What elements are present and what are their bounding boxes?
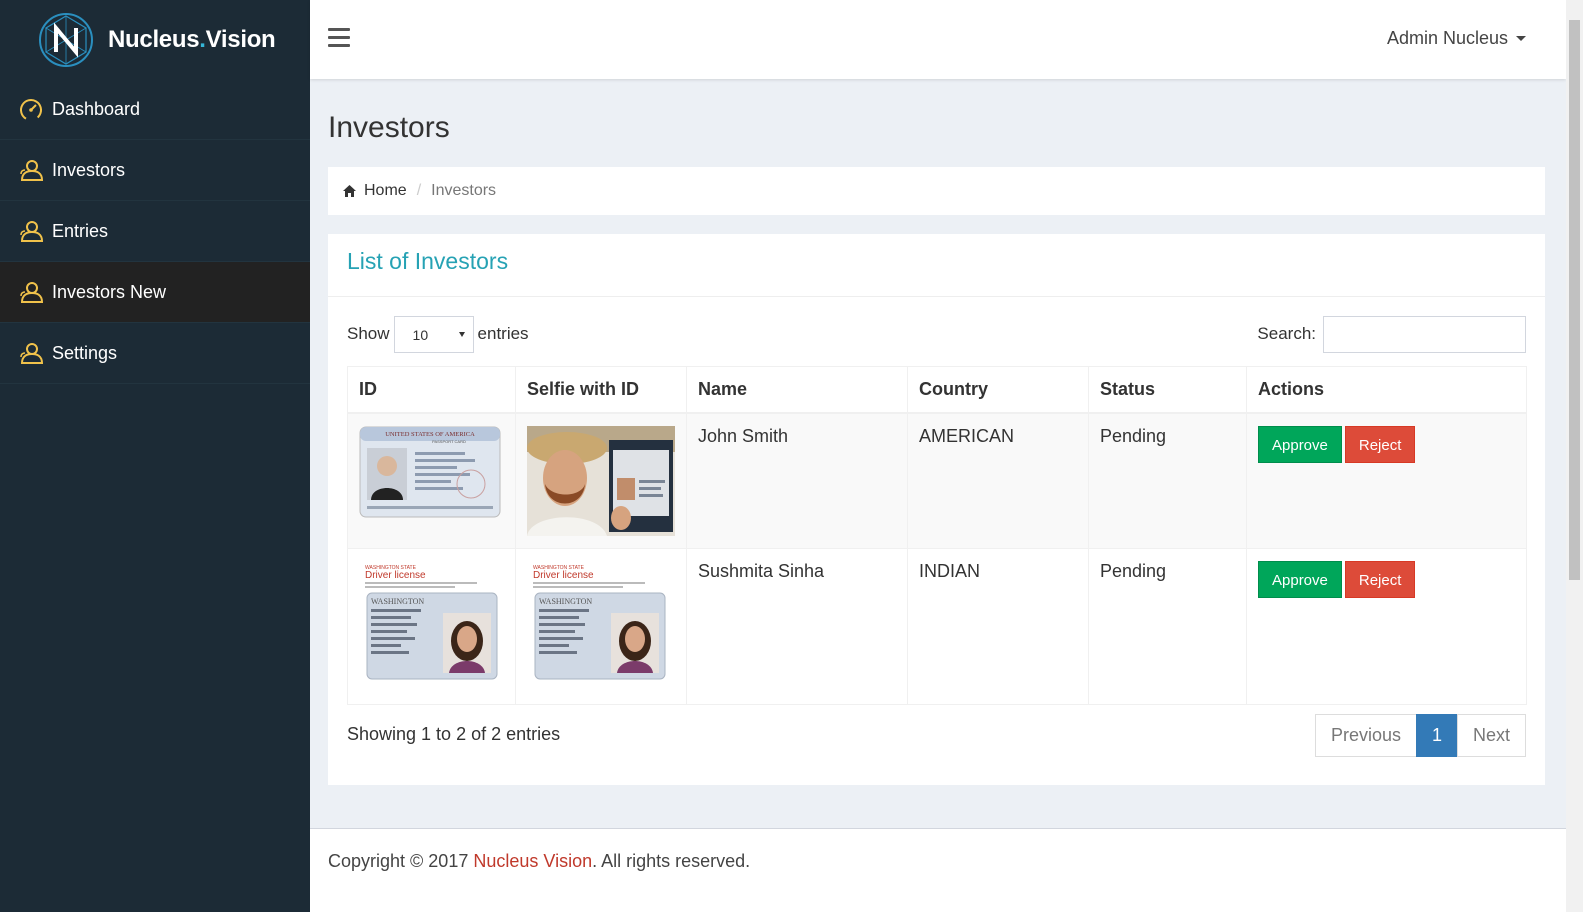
search-control: Search:	[1257, 315, 1526, 353]
id-cell: UNITED STATES OF AMERICA PASSPORT CARD	[347, 412, 516, 549]
selfie-cell: WASHINGTON STATE Driver license WASHINGT…	[515, 547, 687, 705]
actions-cell: Approve Reject	[1246, 547, 1527, 705]
pagination: Previous 1 Next	[1314, 714, 1526, 757]
column-header-status[interactable]: Status	[1088, 366, 1247, 414]
user-menu[interactable]: Admin Nucleus	[1387, 28, 1526, 49]
sidebar-item-label: Dashboard	[52, 98, 141, 119]
name-cell: Sushmita Sinha	[686, 547, 908, 705]
next-page-button[interactable]: Next	[1456, 714, 1526, 757]
top-navbar: Admin Nucleus	[310, 0, 1566, 79]
home-icon	[343, 185, 356, 197]
country-cell: INDIAN	[907, 547, 1089, 705]
previous-page-button[interactable]: Previous	[1314, 714, 1417, 757]
selfie-with-passport-image[interactable]	[527, 425, 675, 536]
id-cell: WASHINGTON STATE Driver license WASHINGT…	[347, 547, 516, 705]
sidebar-item-entries[interactable]: Entries	[0, 201, 310, 262]
status-cell: Pending	[1088, 412, 1247, 549]
user-outline-icon	[18, 340, 44, 366]
sidebar-item-label: Investors New	[52, 281, 167, 302]
search-label: Search:	[1257, 324, 1316, 343]
license-title-text: Driver license	[365, 570, 426, 581]
breadcrumb-home-link[interactable]: Home	[364, 182, 407, 200]
dropdown-arrow-icon	[458, 331, 465, 337]
actions-cell: Approve Reject	[1246, 412, 1527, 549]
reject-button[interactable]: Reject	[1344, 560, 1416, 598]
footer: Copyright © 2017 Nucleus Vision. All rig…	[310, 828, 1566, 912]
box-title: List of Investors	[347, 248, 509, 274]
sidebar-item-investors-new[interactable]: Investors New	[0, 262, 310, 323]
reject-button[interactable]: Reject	[1344, 425, 1416, 463]
entries-per-page-value: 10	[412, 326, 429, 343]
caret-down-icon	[1516, 36, 1526, 41]
table-info: Showing 1 to 2 of 2 entries	[347, 724, 561, 744]
table-row: UNITED STATES OF AMERICA PASSPORT CARD J…	[347, 412, 1527, 549]
investors-table: ID Selfie with ID Name Country Status Ac…	[347, 366, 1527, 705]
user-outline-icon	[18, 279, 44, 305]
footer-brand-link[interactable]: Nucleus Vision	[473, 851, 592, 871]
content-wrapper: Investors Home / Investors List of Inves…	[310, 79, 1566, 828]
column-header-name[interactable]: Name	[686, 366, 908, 414]
search-input[interactable]	[1323, 315, 1526, 353]
name-cell: John Smith	[686, 412, 908, 549]
sidebar: Nucleus.Vision Dashboard Investors Entri…	[0, 0, 310, 912]
copyright-suffix: . All rights reserved.	[592, 851, 751, 871]
driver-license-image[interactable]: WASHINGTON STATE Driver license WASHINGT…	[527, 560, 669, 689]
passport-card-image[interactable]: UNITED STATES OF AMERICA PASSPORT CARD	[359, 426, 501, 518]
selfie-cell	[515, 412, 687, 549]
license-card-state-text: WASHINGTON	[539, 597, 592, 606]
brand-name: Nucleus.Vision	[108, 25, 276, 53]
column-header-id[interactable]: ID	[347, 366, 516, 414]
approve-button[interactable]: Approve	[1258, 425, 1342, 463]
approve-button[interactable]: Approve	[1258, 560, 1342, 598]
breadcrumb: Home / Investors	[328, 167, 1545, 215]
brand[interactable]: Nucleus.Vision	[0, 0, 310, 79]
speedometer-icon	[18, 96, 44, 122]
status-cell: Pending	[1088, 547, 1247, 705]
scrollbar-thumb[interactable]	[1569, 20, 1580, 580]
passport-sub-text: PASSPORT CARD	[432, 439, 466, 444]
breadcrumb-current: Investors	[431, 182, 497, 199]
breadcrumb-separator: /	[416, 182, 422, 199]
sidebar-item-dashboard[interactable]: Dashboard	[0, 79, 310, 140]
copyright-prefix: Copyright © 2017	[328, 851, 474, 871]
user-outline-icon	[18, 157, 44, 183]
sidebar-item-label: Entries	[52, 220, 109, 241]
column-header-actions[interactable]: Actions	[1246, 366, 1527, 414]
passport-header-text: UNITED STATES OF AMERICA	[385, 431, 475, 438]
nucleus-logo-icon	[39, 12, 93, 67]
license-title-text: Driver license	[533, 570, 594, 581]
table-controls: Show 10 entries Search:	[347, 315, 1526, 353]
menu-toggle-icon[interactable]	[328, 28, 350, 48]
column-header-selfie[interactable]: Selfie with ID	[515, 366, 687, 414]
investors-box: List of Investors Show 10 entries Search…	[328, 234, 1545, 785]
entries-label: entries	[477, 324, 529, 343]
entries-per-page-select[interactable]: 10	[393, 315, 474, 353]
show-label: Show	[347, 324, 390, 343]
license-card-state-text: WASHINGTON	[371, 597, 424, 606]
page-scrollbar[interactable]	[1566, 0, 1583, 912]
user-name: Admin Nucleus	[1386, 28, 1508, 48]
user-outline-icon	[18, 218, 44, 244]
page-title: Investors	[328, 111, 450, 144]
length-control: Show 10 entries	[347, 315, 529, 353]
country-cell: AMERICAN	[907, 412, 1089, 549]
page-1-button[interactable]: 1	[1415, 714, 1458, 757]
table-row: WASHINGTON STATE Driver license WASHINGT…	[347, 547, 1527, 705]
box-header: List of Investors	[328, 234, 1545, 297]
column-header-country[interactable]: Country	[907, 366, 1089, 414]
table-header-row: ID Selfie with ID Name Country Status Ac…	[347, 366, 1527, 414]
sidebar-item-settings[interactable]: Settings	[0, 323, 310, 384]
sidebar-item-label: Investors	[52, 159, 126, 180]
driver-license-image[interactable]: WASHINGTON STATE Driver license WASHINGT…	[359, 560, 501, 689]
sidebar-item-label: Settings	[52, 342, 118, 363]
sidebar-item-investors[interactable]: Investors	[0, 140, 310, 201]
